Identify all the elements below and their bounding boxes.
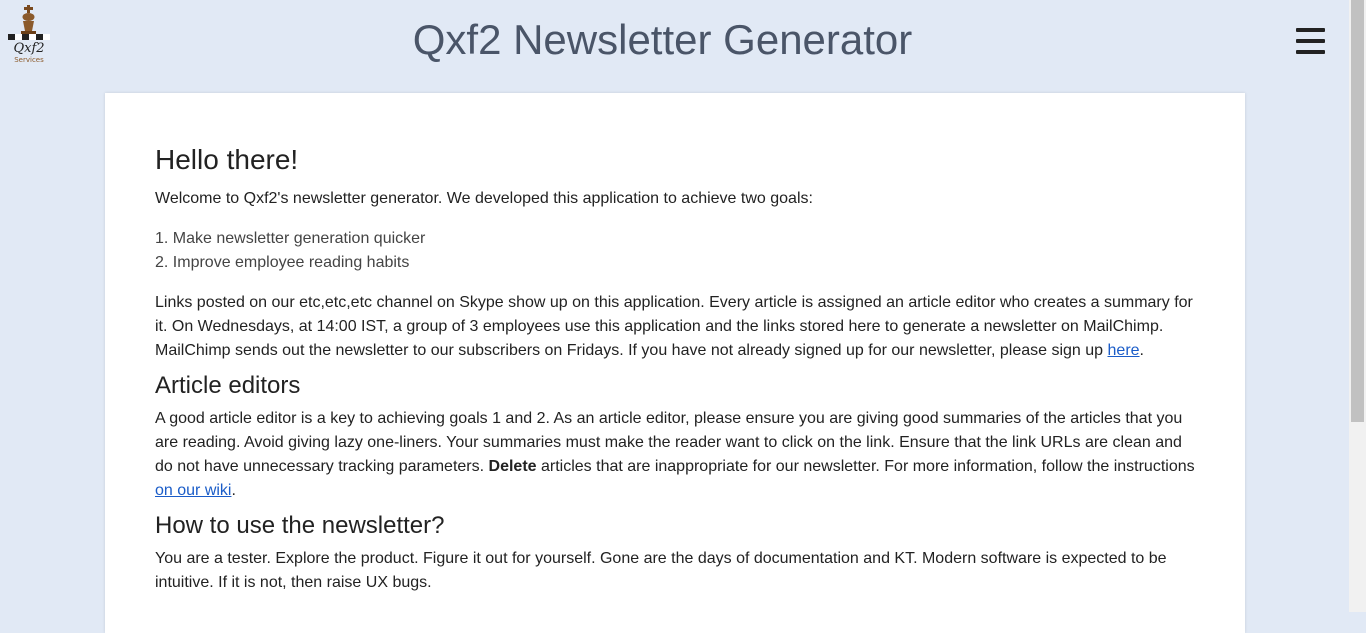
scrollbar-thumb[interactable] [1351,0,1364,422]
editors-description: A good article editor is a key to achiev… [155,407,1195,503]
links-text: Links posted on our etc,etc,etc channel … [155,294,1193,359]
editors-text-end: . [231,482,236,499]
delete-emphasis: Delete [488,458,537,475]
goals-list: 1. Make newsletter generation quicker 2.… [155,227,1195,275]
header: Qxf2 Services Qxf2 Newsletter Generator [0,0,1349,82]
page-title: Qxf2 Newsletter Generator [412,16,913,63]
usage-text: You are a tester. Explore the product. F… [155,550,1167,591]
hamburger-menu-icon[interactable] [1295,26,1327,56]
hello-heading: Hello there! [155,144,299,175]
links-description: Links posted on our etc,etc,etc channel … [155,291,1195,363]
article-editors-heading: Article editors [155,372,301,399]
links-end: . [1139,342,1144,359]
welcome-text: Welcome to Qxf2's newsletter generator. … [155,190,813,207]
vertical-scrollbar[interactable] [1349,0,1366,612]
goal-item: 2. Improve employee reading habits [155,254,410,271]
editors-text-after: articles that are inappropriate for our … [536,458,1195,475]
goal-item: 1. Make newsletter generation quicker [155,230,426,247]
signup-link[interactable]: here [1108,342,1140,359]
content-card: Hello there! Welcome to Qxf2's newslette… [105,93,1245,633]
how-to-use-heading: How to use the newsletter? [155,512,445,539]
wiki-link[interactable]: on our wiki [155,482,231,499]
